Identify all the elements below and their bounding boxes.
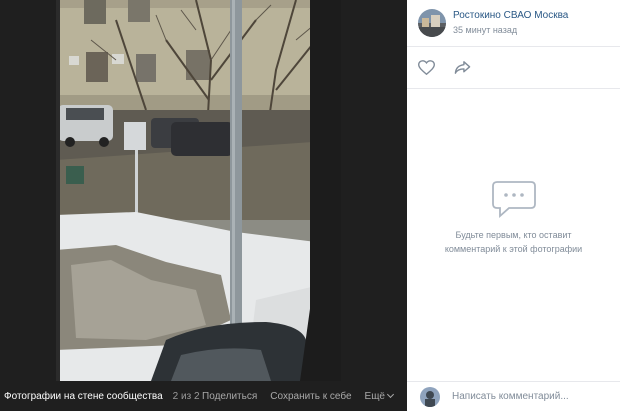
share-arrow-icon bbox=[454, 61, 470, 74]
photo-viewer: Фотографии на стене сообщества 2 из 2 По… bbox=[0, 0, 407, 411]
group-avatar-image bbox=[418, 9, 446, 37]
more-label: Ещё bbox=[364, 390, 385, 402]
share-button[interactable] bbox=[453, 59, 471, 77]
more-menu-button[interactable]: Ещё bbox=[364, 390, 395, 402]
comment-bar bbox=[407, 381, 620, 411]
empty-comments-text: Будьте первым, кто оставит комментарий к… bbox=[407, 228, 620, 256]
photo[interactable] bbox=[56, 0, 341, 381]
viewer-footer: Фотографии на стене сообщества 2 из 2 По… bbox=[0, 381, 407, 411]
user-avatar[interactable] bbox=[420, 386, 440, 407]
share-link[interactable]: Поделиться bbox=[202, 391, 257, 402]
group-avatar[interactable] bbox=[418, 9, 446, 37]
group-name-link[interactable]: Ростокино СВАО Москва bbox=[453, 9, 568, 22]
heart-outline-icon bbox=[417, 60, 435, 75]
empty-text-line-1: Будьте первым, кто оставит bbox=[455, 230, 572, 240]
post-time[interactable]: 35 минут назад bbox=[453, 24, 568, 37]
user-avatar-image bbox=[420, 386, 440, 407]
like-button[interactable] bbox=[417, 59, 435, 77]
album-title[interactable]: Фотографии на стене сообщества bbox=[4, 391, 163, 402]
comments-panel: Ростокино СВАО Москва 35 минут назад Буд… bbox=[407, 0, 620, 411]
footer-actions: Поделиться Сохранить к себе Ещё bbox=[202, 390, 395, 402]
comment-bubble-icon bbox=[491, 181, 536, 219]
post-header-text: Ростокино СВАО Москва 35 минут назад bbox=[453, 9, 568, 37]
post-header: Ростокино СВАО Москва 35 минут назад bbox=[407, 0, 620, 47]
chevron-down-icon bbox=[386, 390, 395, 399]
photo-image bbox=[56, 0, 341, 381]
post-actions bbox=[407, 47, 620, 89]
save-link[interactable]: Сохранить к себе bbox=[270, 391, 351, 402]
photo-counter: 2 из 2 bbox=[172, 390, 200, 402]
empty-text-line-2: комментарий к этой фотографии bbox=[444, 244, 583, 254]
empty-comments: Будьте первым, кто оставит комментарий к… bbox=[407, 180, 620, 256]
comment-input[interactable] bbox=[452, 391, 612, 402]
